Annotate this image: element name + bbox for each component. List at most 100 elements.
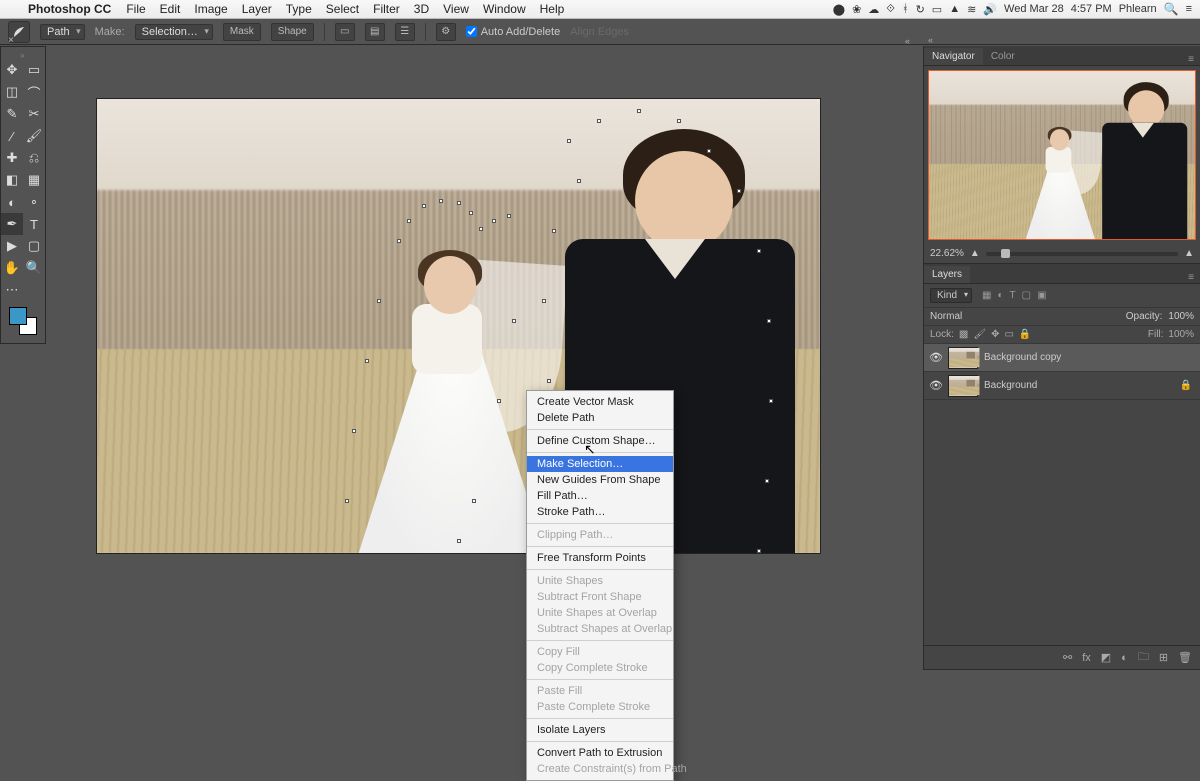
brush-tool[interactable]: 🖌	[23, 125, 45, 147]
panel-menu-icon[interactable]: ≡	[1182, 272, 1200, 283]
context-menu-item[interactable]: Create Vector Mask	[527, 394, 673, 410]
path-anchor-point[interactable]	[345, 499, 349, 503]
strip-collapse-icon[interactable]: «	[905, 36, 910, 46]
dock-collapse-icon[interactable]: «	[928, 35, 933, 45]
zoom-out-icon[interactable]: ▲	[970, 248, 980, 259]
path-anchor-point[interactable]	[365, 359, 369, 363]
path-anchor-point[interactable]	[472, 499, 476, 503]
context-menu-item[interactable]: Fill Path…	[527, 488, 673, 504]
path-anchor-point[interactable]	[637, 109, 641, 113]
tray-timemachine-icon[interactable]: ↻	[916, 3, 925, 16]
path-arrange-icon[interactable]: ☰	[395, 23, 415, 41]
opacity-dropdown[interactable]: 100%	[1168, 311, 1194, 322]
path-anchor-point[interactable]	[707, 149, 711, 153]
eraser-tool[interactable]: ◧	[1, 169, 23, 191]
path-anchor-point[interactable]	[497, 399, 501, 403]
lock-trans-icon[interactable]: ▩	[959, 329, 968, 340]
path-anchor-point[interactable]	[457, 201, 461, 205]
menu-file[interactable]: File	[119, 2, 152, 16]
hand-tool[interactable]: ✋	[1, 257, 23, 279]
clone-tool[interactable]: ⎌	[23, 147, 45, 169]
doc-tab-close-icon[interactable]: ×	[2, 35, 20, 46]
menu-view[interactable]: View	[436, 2, 476, 16]
zoom-value[interactable]: 22.62%	[930, 248, 964, 259]
layer-name[interactable]: Background copy	[984, 352, 1061, 363]
layers-tab[interactable]: Layers	[924, 266, 970, 283]
trash-icon[interactable]: 🗑	[1178, 651, 1192, 664]
zoom-tool[interactable]: 🔍	[23, 257, 45, 279]
path-anchor-point[interactable]	[677, 119, 681, 123]
blur-tool[interactable]: ∘	[23, 191, 45, 213]
tray-user[interactable]: Phlearn	[1119, 3, 1157, 15]
foreground-color-swatch[interactable]	[9, 307, 27, 325]
path-mode-dropdown[interactable]: Path	[40, 24, 85, 40]
path-anchor-point[interactable]	[757, 249, 761, 253]
path-ops-icon[interactable]: ▭	[335, 23, 355, 41]
visibility-toggle[interactable]: 👁	[924, 351, 948, 364]
tray-airplay-icon[interactable]: ▲	[949, 3, 960, 15]
lasso-tool[interactable]: ⌒	[23, 81, 45, 103]
lock-paint-icon[interactable]: 🖌	[973, 329, 986, 340]
path-anchor-point[interactable]	[597, 119, 601, 123]
filter-adjust-icon[interactable]: ◐	[997, 290, 1003, 301]
shape-tool[interactable]: ▢	[23, 235, 45, 257]
lock-pos-icon[interactable]: ✥	[991, 329, 999, 340]
tray-display-icon[interactable]: ▭	[932, 3, 942, 16]
path-anchor-point[interactable]	[737, 189, 741, 193]
color-tab[interactable]: Color	[983, 48, 1023, 65]
path-anchor-point[interactable]	[542, 299, 546, 303]
group-icon[interactable]: 🗀	[1138, 648, 1149, 667]
navigator-thumbnail[interactable]	[928, 70, 1196, 240]
path-anchor-point[interactable]	[439, 199, 443, 203]
make-dropdown[interactable]: Selection…	[135, 24, 213, 40]
type-tool[interactable]: T	[23, 213, 45, 235]
layer-thumbnail[interactable]	[948, 375, 978, 397]
path-anchor-point[interactable]	[352, 429, 356, 433]
path-anchor-point[interactable]	[492, 219, 496, 223]
path-align-icon[interactable]: ▤	[365, 23, 385, 41]
context-menu-item[interactable]: Convert Path to Extrusion	[527, 745, 673, 761]
context-menu-item[interactable]: Make Selection…	[527, 456, 673, 472]
lock-all-icon[interactable]: 🔒	[1019, 329, 1031, 340]
filter-type-icon[interactable]: T	[1010, 290, 1016, 301]
path-anchor-point[interactable]	[407, 219, 411, 223]
menu-image[interactable]: Image	[187, 2, 234, 16]
panel-menu-icon[interactable]: ≡	[1182, 54, 1200, 65]
context-menu-item[interactable]: Stroke Path…	[527, 504, 673, 520]
layer-thumbnail[interactable]	[948, 347, 978, 369]
adjustment-layer-icon[interactable]: ◐	[1121, 652, 1128, 664]
path-anchor-point[interactable]	[765, 479, 769, 483]
new-layer-icon[interactable]: ⊞	[1159, 651, 1168, 664]
pen-tool[interactable]: ✒	[1, 213, 23, 235]
layer-row[interactable]: 👁 Background 🔒	[924, 372, 1200, 400]
filter-pixel-icon[interactable]: ▦	[982, 290, 991, 301]
fill-dropdown[interactable]: 100%	[1168, 329, 1194, 340]
context-menu-item[interactable]: Delete Path	[527, 410, 673, 426]
notification-center-icon[interactable]: ≡	[1186, 3, 1192, 15]
filter-smart-icon[interactable]: ▣	[1037, 290, 1046, 301]
layer-row[interactable]: 👁 Background copy	[924, 344, 1200, 372]
blend-mode-dropdown[interactable]: Normal	[930, 311, 1120, 322]
tray-wifi-icon[interactable]: ≋	[967, 3, 976, 16]
context-menu-item[interactable]: New Guides From Shape	[527, 472, 673, 488]
color-swatches[interactable]	[1, 301, 45, 335]
auto-add-delete-input[interactable]	[466, 26, 477, 37]
gradient-tool[interactable]: ▦	[23, 169, 45, 191]
path-anchor-point[interactable]	[552, 229, 556, 233]
path-anchor-point[interactable]	[397, 239, 401, 243]
context-menu-item[interactable]: Isolate Layers	[527, 722, 673, 738]
zoom-in-icon[interactable]: ▲	[1184, 248, 1194, 259]
layer-filter-kind[interactable]: Kind	[930, 288, 972, 303]
context-menu-item[interactable]: Free Transform Points	[527, 550, 673, 566]
document-canvas[interactable]	[96, 98, 821, 554]
context-menu-item[interactable]: Define Custom Shape…	[527, 433, 673, 449]
path-anchor-point[interactable]	[422, 204, 426, 208]
app-name[interactable]: Photoshop CC	[20, 2, 119, 16]
path-anchor-point[interactable]	[757, 549, 761, 553]
navigator-tab[interactable]: Navigator	[924, 48, 983, 65]
eyedropper-tool[interactable]: ⁄	[1, 125, 23, 147]
path-select-tool[interactable]: ▶	[1, 235, 23, 257]
path-anchor-point[interactable]	[512, 319, 516, 323]
artboard-tool[interactable]: ▭	[23, 59, 45, 81]
lock-artboard-icon[interactable]: ▭	[1004, 329, 1013, 340]
